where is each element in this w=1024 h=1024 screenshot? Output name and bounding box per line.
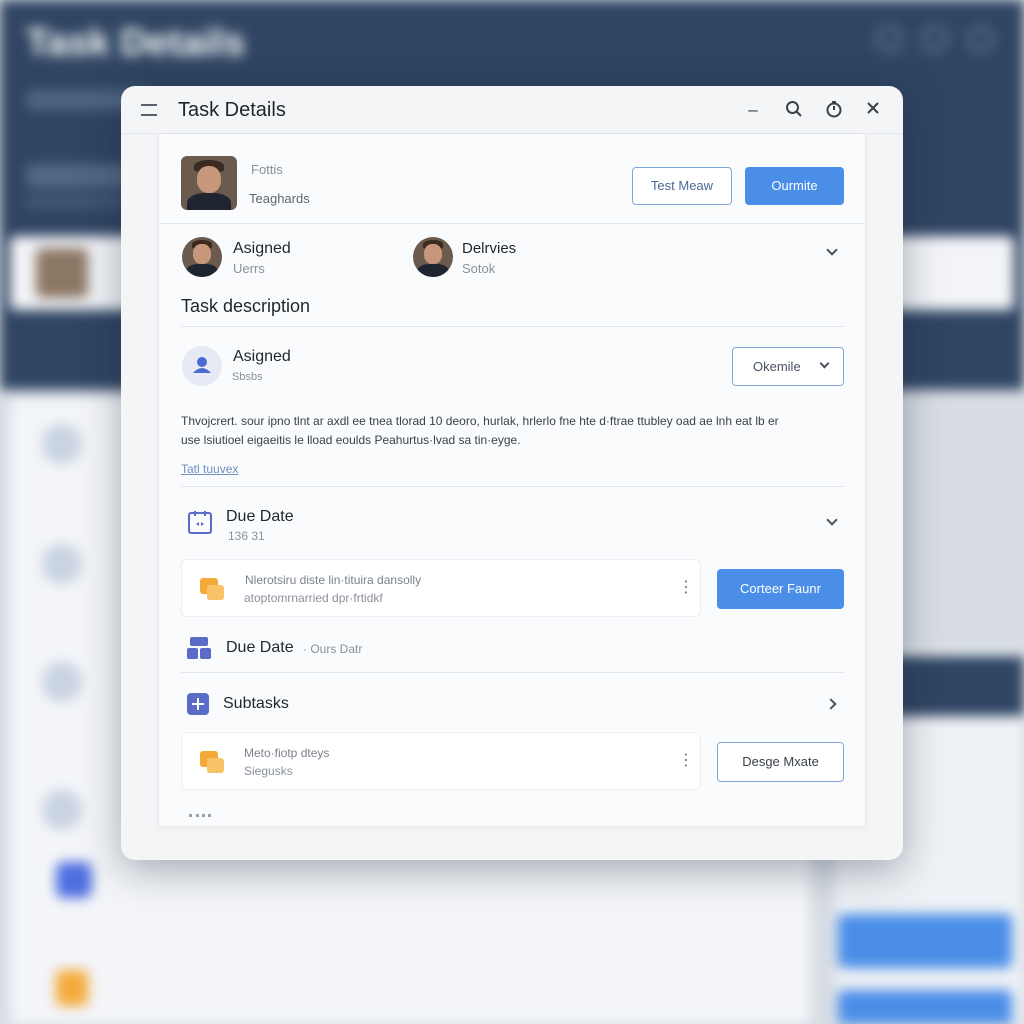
secondary-button[interactable]: Test Meaw bbox=[632, 167, 732, 205]
due-date-value: 136 31 bbox=[228, 529, 265, 543]
section-title-task-description: Task description bbox=[181, 296, 311, 316]
dropdown-value: Okemile bbox=[753, 359, 801, 374]
background-window-controls bbox=[876, 26, 994, 52]
more-options-icon[interactable]: ⋮ bbox=[678, 580, 694, 596]
assignee-name: Asigned bbox=[233, 240, 291, 257]
task-details-dialog: Task Details – Fottis Teaghards Test Mea… bbox=[121, 86, 903, 860]
menu-icon[interactable] bbox=[141, 104, 157, 116]
search-icon[interactable] bbox=[784, 100, 804, 120]
partial-row-icon bbox=[189, 814, 211, 824]
task-details-card: Fottis Teaghards Test Meaw Ourmite Asign… bbox=[158, 134, 866, 826]
design-button[interactable]: Desge Mxate bbox=[717, 742, 844, 782]
assigned-sub: Sbsbs bbox=[232, 371, 263, 383]
profile-avatar bbox=[181, 156, 237, 210]
folder-icon bbox=[200, 749, 224, 773]
primary-button[interactable]: Ourmite bbox=[745, 167, 844, 205]
delivery-sub: Sotok bbox=[462, 261, 496, 276]
attachment-card[interactable]: Nlerotsiru diste lin·tituira dansolly at… bbox=[181, 559, 701, 617]
assignee-sub: Uerrs bbox=[233, 261, 265, 276]
chevron-right-icon[interactable] bbox=[825, 698, 837, 710]
delivery-name: Delrvies bbox=[462, 240, 517, 257]
chevron-down-icon[interactable] bbox=[826, 244, 838, 256]
due-date-label: Due Date bbox=[226, 508, 294, 525]
subtasks-icon bbox=[187, 693, 209, 715]
folder-icon bbox=[200, 576, 224, 600]
user-icon bbox=[182, 346, 222, 386]
assigned-label: Asigned bbox=[233, 348, 291, 365]
attachment-line1: Nlerotsiru diste lin·tituira dansolly bbox=[245, 573, 422, 587]
minimize-icon[interactable]: – bbox=[743, 100, 763, 120]
attachment-line2: atoptomrnarried dpr·frtidkf bbox=[244, 591, 383, 605]
due-date-2-label: Due Date bbox=[226, 639, 294, 656]
chevron-down-icon bbox=[819, 358, 830, 369]
subtask-line1: Meto·fiotp dteys bbox=[244, 746, 330, 760]
profile-name: Fottis bbox=[251, 162, 283, 177]
board-icon bbox=[186, 636, 212, 660]
close-icon[interactable] bbox=[863, 100, 883, 120]
background-title: Task Details bbox=[26, 22, 245, 64]
assignee-dropdown[interactable]: Okemile bbox=[732, 347, 844, 386]
chevron-down-icon[interactable] bbox=[826, 514, 838, 526]
delivery-avatar bbox=[413, 237, 453, 277]
profile-role: Teaghards bbox=[249, 191, 310, 206]
subtask-card[interactable]: Meto·fiotp dteys Siegusks ⋮ bbox=[181, 732, 701, 790]
subtasks-label: Subtasks bbox=[223, 695, 289, 712]
dialog-title: Task Details bbox=[178, 99, 286, 121]
timer-icon[interactable] bbox=[824, 100, 844, 120]
due-date-2-sub: · Ours Datr bbox=[303, 642, 363, 656]
subtask-line2: Siegusks bbox=[244, 764, 293, 778]
dialog-titlebar: Task Details – bbox=[121, 86, 903, 134]
task-link[interactable]: Tatl tuuvex bbox=[181, 462, 238, 476]
calendar-icon bbox=[187, 509, 213, 535]
more-options-icon[interactable]: ⋮ bbox=[678, 753, 694, 769]
assignee-avatar bbox=[182, 237, 222, 277]
convert-button[interactable]: Corteer Faunr bbox=[717, 569, 844, 609]
task-description-text: Thvojcrert. sour ipno tlnt ar axdl ee tn… bbox=[181, 414, 779, 447]
